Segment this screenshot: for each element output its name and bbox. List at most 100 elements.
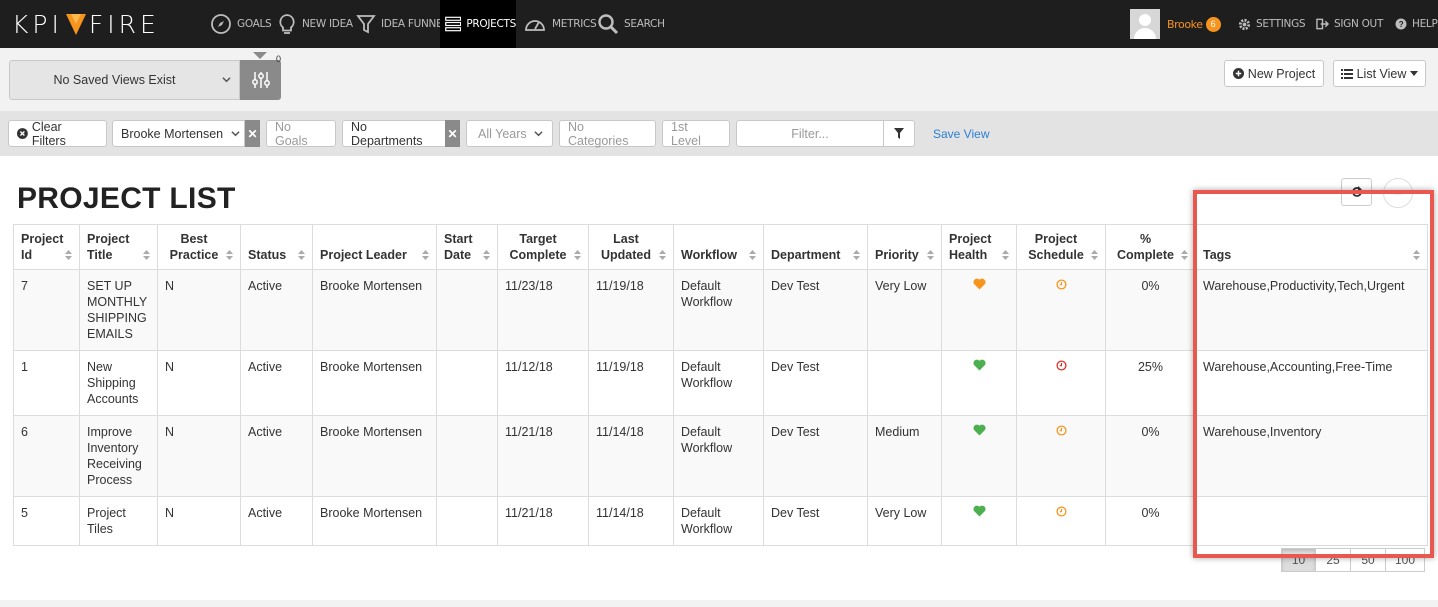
level-filter[interactable]: 1st Level bbox=[662, 120, 730, 148]
nav-sign-out[interactable]: SIGN OUT bbox=[1316, 0, 1383, 48]
col-header-target[interactable]: Target Complete bbox=[497, 224, 589, 270]
nav-idea-funnel[interactable]: IDEA FUNNEL bbox=[356, 0, 448, 48]
cell-status: Active bbox=[240, 415, 313, 497]
cell-health bbox=[941, 269, 1017, 351]
close-icon: ✕ bbox=[447, 126, 458, 141]
cell-title[interactable]: SET UP MONTHLY SHIPPING EMAILS bbox=[79, 269, 158, 351]
cell-start bbox=[436, 350, 498, 416]
cell-title[interactable]: Improve Inventory Receiving Process bbox=[79, 415, 158, 497]
avatar bbox=[1130, 9, 1160, 39]
clock-orange-icon bbox=[1055, 425, 1067, 436]
col-header-tags[interactable]: Tags bbox=[1195, 224, 1428, 270]
col-header-label: Project Id bbox=[21, 232, 64, 262]
col-header-best-practice[interactable]: Best Practice bbox=[157, 224, 241, 270]
sort-icon bbox=[65, 250, 72, 260]
refresh-icon bbox=[1351, 186, 1362, 197]
nav-settings-label: SETTINGS bbox=[1256, 18, 1306, 30]
nav-projects[interactable]: PROJECTS bbox=[440, 0, 516, 48]
cell-priority: Very Low bbox=[867, 269, 942, 351]
cell-title[interactable]: Project Tiles bbox=[79, 496, 158, 546]
cell-priority: Very Low bbox=[867, 496, 942, 546]
page-size-100[interactable]: 100 bbox=[1385, 548, 1425, 572]
leader-filter-label: Brooke Mortensen bbox=[121, 126, 224, 141]
col-header-leader[interactable]: Project Leader bbox=[312, 224, 437, 270]
col-header-label: Project Health bbox=[949, 232, 992, 262]
goals-filter[interactable]: No Goals bbox=[266, 120, 336, 148]
logo-text-left: KPI bbox=[12, 9, 63, 39]
col-header-title[interactable]: Project Title bbox=[79, 224, 158, 270]
cell-department: Dev Test bbox=[763, 269, 868, 351]
cell-health bbox=[941, 350, 1017, 416]
refresh-button[interactable] bbox=[1341, 178, 1372, 206]
leader-filter-select[interactable]: Brooke Mortensen bbox=[112, 120, 245, 147]
nav-search[interactable]: SEARCH bbox=[597, 0, 665, 48]
cell-priority bbox=[867, 350, 942, 416]
nav-help[interactable]: ? HELP bbox=[1395, 0, 1438, 48]
flame-icon bbox=[65, 14, 86, 35]
view-settings-button[interactable] bbox=[240, 60, 281, 100]
nav-projects-label: PROJECTS bbox=[466, 18, 516, 30]
nav-search-label: SEARCH bbox=[624, 18, 665, 30]
years-filter-select[interactable]: All Years bbox=[466, 120, 553, 147]
page-size-25[interactable]: 25 bbox=[1315, 548, 1351, 572]
table-row[interactable]: 7 SET UP MONTHLY SHIPPING EMAILS N Active Br… bbox=[13, 269, 1428, 351]
col-header-status[interactable]: Status bbox=[240, 224, 313, 270]
top-navbar: KPI FIRE GOALS NEW IDEA IDEA FUNNEL PROJ… bbox=[0, 0, 1438, 48]
cell-leader: Brooke Mortensen bbox=[312, 350, 437, 416]
table-row[interactable]: 1 New Shipping Accounts N Active Brooke Mort… bbox=[13, 350, 1428, 416]
cell-complete: 25% bbox=[1105, 350, 1196, 416]
cell-start bbox=[436, 496, 498, 546]
col-header-complete[interactable]: % Complete bbox=[1105, 224, 1196, 270]
sort-icon bbox=[927, 250, 934, 260]
notification-badge: 6 bbox=[1205, 16, 1221, 32]
save-view-link[interactable]: Save View bbox=[933, 127, 989, 141]
years-filter-label: All Years bbox=[478, 126, 527, 141]
cell-schedule bbox=[1016, 415, 1106, 497]
cell-best-practice: N bbox=[157, 269, 241, 351]
table-row[interactable]: 6 Improve Inventory Receiving Process N Act… bbox=[13, 415, 1428, 497]
col-header-department[interactable]: Department bbox=[763, 224, 868, 270]
list-icon bbox=[1340, 68, 1353, 79]
col-header-schedule[interactable]: Project Schedule bbox=[1016, 224, 1106, 270]
table-row[interactable]: 5 Project Tiles N Active Brooke Mortensen 11/… bbox=[13, 496, 1428, 546]
col-header-id[interactable]: Project Id bbox=[13, 224, 80, 270]
categories-filter[interactable]: No Categories bbox=[559, 120, 656, 148]
filter-bar: Clear Filters Brooke Mortensen ✕ No Goal… bbox=[0, 111, 1438, 156]
nav-goals[interactable]: GOALS bbox=[210, 0, 272, 48]
filter-input[interactable]: Filter... bbox=[736, 120, 884, 147]
filter-apply-button[interactable] bbox=[883, 120, 915, 147]
kpifire-logo[interactable]: KPI FIRE bbox=[12, 9, 160, 39]
user-menu[interactable]: Brooke 6 bbox=[1130, 9, 1221, 39]
cell-schedule bbox=[1016, 350, 1106, 416]
col-header-start[interactable]: Start Date bbox=[436, 224, 498, 270]
col-header-health[interactable]: Project Health bbox=[941, 224, 1017, 270]
departments-filter[interactable]: No Departments bbox=[342, 120, 446, 148]
col-header-workflow[interactable]: Workflow bbox=[673, 224, 764, 270]
remove-departments-filter-button[interactable]: ✕ bbox=[445, 120, 460, 147]
cell-title[interactable]: New Shipping Accounts bbox=[79, 350, 158, 416]
caret-down-icon bbox=[1410, 71, 1419, 76]
new-project-button[interactable]: New Project bbox=[1224, 60, 1324, 87]
gear-icon bbox=[1238, 18, 1251, 30]
chevron-down-icon bbox=[222, 77, 231, 83]
column-chooser-button[interactable] bbox=[1383, 178, 1413, 208]
page-size-50[interactable]: 50 bbox=[1350, 548, 1386, 572]
col-header-priority[interactable]: Priority bbox=[867, 224, 942, 270]
logo-text-right: FIRE bbox=[88, 9, 160, 39]
cell-status: Active bbox=[240, 269, 313, 351]
saved-views-select[interactable]: No Saved Views Exist bbox=[9, 60, 240, 100]
cell-updated: 11/19/18 bbox=[588, 269, 674, 351]
page-size-10[interactable]: 10 bbox=[1281, 548, 1316, 572]
list-view-dropdown[interactable]: List View bbox=[1333, 60, 1426, 87]
remove-leader-filter-button[interactable]: ✕ bbox=[245, 120, 260, 147]
col-header-updated[interactable]: Last Updated bbox=[588, 224, 674, 270]
columns-icon bbox=[1394, 190, 1402, 195]
col-header-label: Priority bbox=[875, 248, 919, 262]
nav-settings[interactable]: SETTINGS bbox=[1238, 0, 1306, 48]
clear-filters-button[interactable]: Clear Filters bbox=[8, 120, 107, 148]
cell-tags bbox=[1195, 496, 1428, 546]
views-bar: No Saved Views Exist 0 New Project List … bbox=[0, 48, 1438, 111]
nav-metrics[interactable]: METRICS bbox=[523, 0, 597, 48]
nav-new-idea[interactable]: NEW IDEA bbox=[277, 0, 353, 48]
close-icon: ✕ bbox=[247, 126, 258, 141]
